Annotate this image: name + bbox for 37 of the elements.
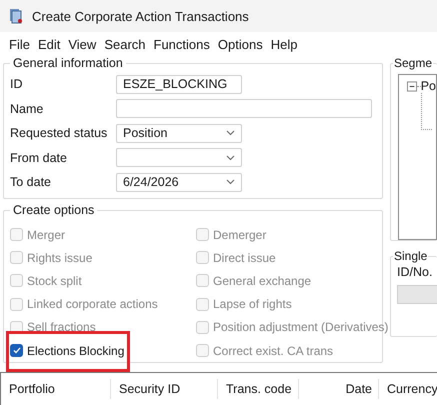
lookup-button[interactable]	[397, 285, 437, 304]
dropdown-field[interactable]: 6/24/2026	[116, 172, 242, 192]
field-label: Name	[10, 102, 44, 116]
chevron-down-icon	[226, 154, 235, 161]
menu-item[interactable]: File	[5, 36, 34, 52]
column-header[interactable]: Trans. code	[218, 379, 299, 399]
menu-item[interactable]: Help	[266, 36, 302, 52]
dropdown-field[interactable]	[116, 148, 242, 168]
field-label: ID/No.	[397, 265, 432, 279]
group-title: General information	[12, 56, 124, 70]
menu-item[interactable]: Edit	[34, 36, 64, 52]
menu-item[interactable]: View	[64, 36, 100, 52]
menu-item[interactable]: Functions	[150, 36, 214, 52]
chevron-down-icon	[226, 130, 235, 136]
column-header[interactable]: Date	[299, 379, 379, 399]
checkbox[interactable]	[10, 344, 23, 358]
input-field[interactable]	[116, 99, 372, 118]
field-label: To date	[10, 175, 52, 190]
group-title: Create options	[12, 203, 96, 217]
column-header[interactable]: Security ID	[111, 379, 218, 399]
field-label: Requested status	[10, 126, 108, 140]
check-icon	[12, 347, 20, 354]
menu-item[interactable]: Options	[214, 36, 267, 52]
column-header[interactable]: Portfolio	[1, 379, 111, 399]
checkbox-option[interactable]: Elections Blocking	[10, 344, 124, 358]
window-title: Create Corporate Action Transactions	[32, 8, 249, 24]
field-label: ID	[10, 77, 24, 92]
group-title: Single	[393, 249, 428, 263]
field-label: From date	[10, 150, 68, 165]
group-title: Segme	[393, 56, 434, 70]
dropdown-field[interactable]: Position	[116, 124, 242, 143]
tree-node[interactable]: Po	[420, 79, 436, 93]
collapse-icon[interactable]	[407, 80, 418, 92]
input-field[interactable]: ESZE_BLOCKING	[116, 74, 242, 94]
menu-item[interactable]: Search	[100, 36, 150, 52]
chevron-down-icon	[226, 179, 235, 186]
app-icon	[8, 8, 24, 24]
